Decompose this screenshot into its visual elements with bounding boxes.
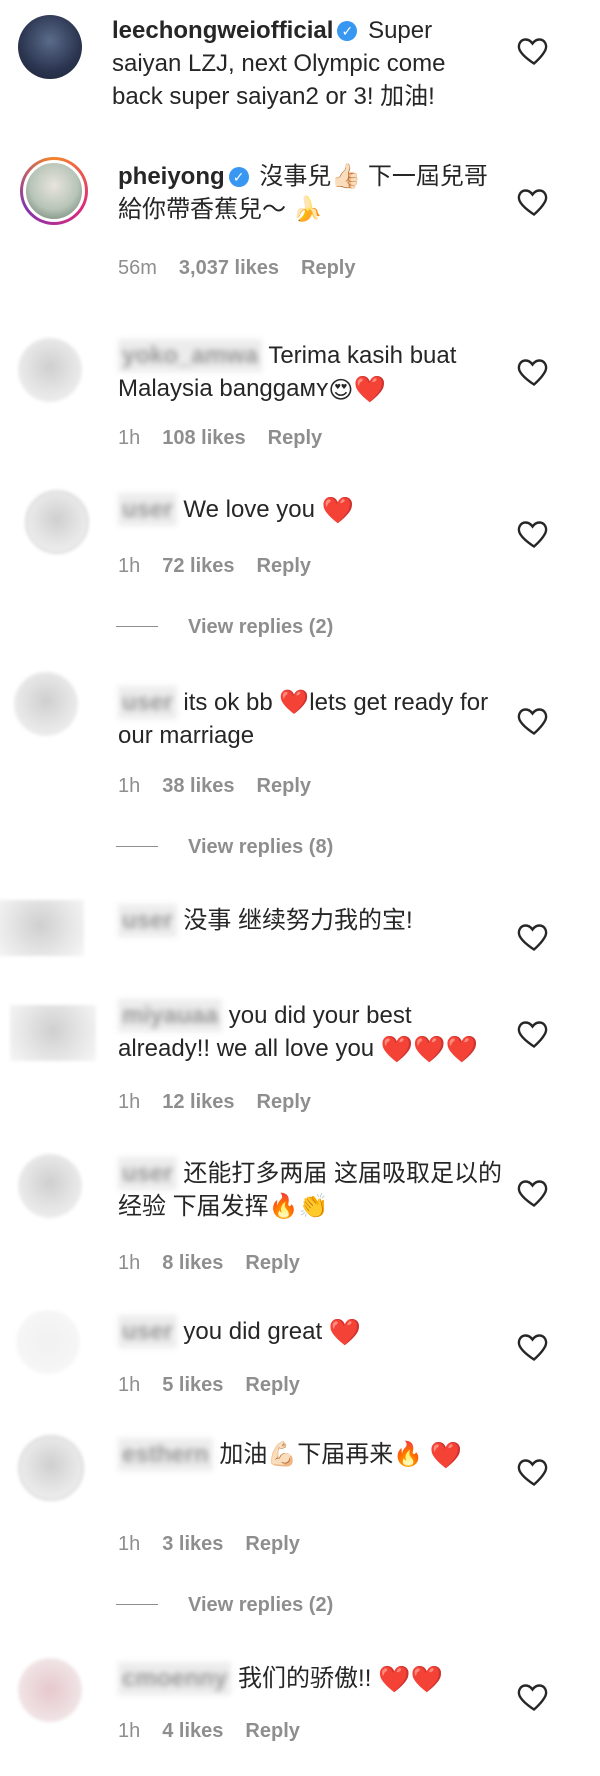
comment-username[interactable]: user (118, 904, 177, 937)
heart-outline-icon[interactable] (516, 353, 552, 389)
heart-emoji: ❤️ (445, 1034, 478, 1064)
view-replies-label: View replies (2) (188, 616, 334, 638)
heart-outline-icon[interactable] (516, 515, 552, 551)
comment-likes[interactable]: 3,037 likes (179, 257, 279, 279)
avatar[interactable] (25, 490, 89, 554)
comment-likes[interactable]: 4 likes (162, 1720, 223, 1742)
heart-emoji: ❤️ (353, 374, 386, 404)
reply-button[interactable]: Reply (257, 1091, 311, 1113)
reply-button[interactable]: Reply (301, 257, 355, 279)
verified-badge-icon: ✓ (228, 167, 249, 187)
avatar[interactable] (14, 672, 78, 736)
comment-time: 1h (118, 1374, 141, 1396)
heart-outline-icon[interactable] (516, 918, 552, 954)
divider (116, 1604, 158, 1605)
comment-text: 加油💪🏻下届再来🔥 (219, 1441, 424, 1468)
heart-outline-icon[interactable] (516, 1328, 552, 1364)
avatar[interactable] (0, 900, 84, 956)
comment-username[interactable]: user (118, 493, 177, 526)
comment-time: 1h (118, 1533, 141, 1555)
heart-outline-icon[interactable] (516, 702, 552, 738)
reply-button[interactable]: Reply (245, 1252, 299, 1274)
comment-text: you did great (183, 1318, 323, 1345)
comment-likes[interactable]: 72 likes (162, 555, 234, 577)
comment-username[interactable]: pheiyong (118, 163, 225, 190)
comment-likes[interactable]: 8 likes (162, 1252, 223, 1274)
comment-username[interactable]: user (118, 686, 177, 719)
heart-emoji: ❤️ (413, 1034, 446, 1064)
avatar[interactable] (20, 157, 88, 225)
reply-button[interactable]: Reply (245, 1720, 299, 1742)
comment-likes[interactable]: 3 likes (162, 1533, 223, 1555)
avatar[interactable] (10, 1005, 96, 1061)
heart-emoji: ❤️ (321, 495, 355, 525)
verified-badge-icon: ✓ (337, 21, 358, 41)
comment-username[interactable]: miyauaa (118, 999, 223, 1032)
heart-outline-icon[interactable] (516, 1015, 552, 1051)
heart-emoji: ❤️ (380, 1034, 414, 1064)
avatar[interactable] (16, 1310, 80, 1374)
divider (116, 626, 158, 627)
view-replies-label: View replies (8) (188, 836, 334, 858)
heart-emoji: ❤️ (429, 1440, 463, 1470)
reply-button[interactable]: Reply (245, 1533, 299, 1555)
reply-button[interactable]: Reply (257, 555, 311, 577)
avatar[interactable] (18, 1154, 82, 1218)
comment-text: We love you (183, 496, 315, 523)
reply-button[interactable]: Reply (245, 1374, 299, 1396)
comment-likes[interactable]: 108 likes (162, 427, 245, 449)
comment-time: 56m (118, 257, 157, 279)
view-replies-button[interactable]: View replies (2) (116, 1594, 333, 1617)
comment-username[interactable]: leechongweiofficial (112, 17, 333, 44)
view-replies-button[interactable]: View replies (8) (116, 836, 333, 859)
comment-text: 我们的骄傲!! (238, 1665, 372, 1692)
comment-text: 没事 继续努力我的宝! (183, 907, 413, 934)
comment-time: 1h (118, 555, 141, 577)
comment-time: 1h (118, 1091, 141, 1113)
comment-username[interactable]: esthern (118, 1438, 213, 1471)
avatar[interactable] (18, 338, 82, 402)
comment-time: 1h (118, 1252, 141, 1274)
comment-time: 1h (118, 427, 141, 449)
heart-outline-icon[interactable] (516, 32, 552, 68)
divider (116, 846, 158, 847)
reply-button[interactable]: Reply (268, 427, 322, 449)
comment-username[interactable]: yoko_amwa (118, 339, 263, 372)
heart-emoji: ❤️ (378, 1664, 411, 1694)
comment-username[interactable]: cmoenny (118, 1662, 232, 1695)
comment-time: 1h (118, 1720, 141, 1742)
heart-outline-icon[interactable] (516, 183, 552, 219)
comment-time: 1h (118, 775, 141, 797)
heart-eyes-emoji: 😍 (328, 377, 354, 404)
heart-outline-icon[interactable] (516, 1174, 552, 1210)
heart-emoji: ❤️ (328, 1317, 362, 1347)
heart-outline-icon[interactable] (516, 1453, 552, 1489)
comment-username[interactable]: user (118, 1315, 177, 1348)
comment-username[interactable]: user (118, 1157, 177, 1190)
reply-button[interactable]: Reply (257, 775, 311, 797)
avatar[interactable] (18, 15, 82, 79)
avatar[interactable] (18, 1658, 82, 1722)
heart-outline-icon[interactable] (516, 1678, 552, 1714)
view-replies-button[interactable]: View replies (2) (116, 616, 333, 639)
avatar[interactable] (18, 1435, 84, 1501)
view-replies-label: View replies (2) (188, 1594, 334, 1616)
heart-emoji: ❤️ (410, 1664, 443, 1694)
comment-likes[interactable]: 5 likes (162, 1374, 223, 1396)
comment-likes[interactable]: 38 likes (162, 775, 234, 797)
comment-likes[interactable]: 12 likes (162, 1091, 234, 1113)
